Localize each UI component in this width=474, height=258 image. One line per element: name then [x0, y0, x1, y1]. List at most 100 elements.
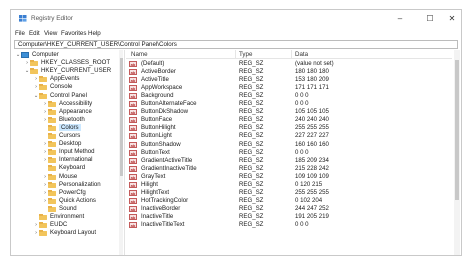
value-type: REG_SZ	[239, 212, 264, 220]
tree-item-personalization[interactable]: › Personalization	[42, 181, 101, 189]
folder-icon	[48, 116, 56, 123]
tree-item-console[interactable]: › Console	[33, 83, 72, 91]
value-name: (Default)	[141, 60, 165, 67]
values-scrollbar[interactable]	[454, 50, 460, 255]
value-row[interactable]: ab InactiveTitleText REG_SZ 0 0 0	[126, 221, 452, 229]
tree-item-mouse[interactable]: › Mouse	[42, 173, 77, 181]
tree-item-label: Bluetooth	[59, 115, 85, 123]
folder-icon	[48, 205, 56, 212]
value-row[interactable]: ab ButtonHilight REG_SZ 255 255 255	[126, 124, 452, 132]
value-row[interactable]: ab ButtonShadow REG_SZ 160 160 160	[126, 141, 452, 149]
value-data: 255 255 255	[295, 124, 329, 132]
tree-item-accessibility[interactable]: › Accessibility	[42, 100, 92, 108]
value-name: ActiveBorder	[141, 68, 176, 76]
list-header: Name Type Data	[126, 50, 452, 59]
value-row[interactable]: ab InactiveBorder REG_SZ 244 247 252	[126, 205, 452, 213]
tree-item-label: Desktop	[59, 140, 82, 148]
tree-item-desktop[interactable]: › Desktop	[42, 140, 81, 148]
tree-item-input-method[interactable]: › Input Method	[42, 148, 95, 156]
value-row[interactable]: ab GradientActiveTitle REG_SZ 185 209 234	[126, 157, 452, 165]
folder-icon	[39, 214, 47, 220]
string-value-icon: ab	[129, 69, 137, 76]
value-row[interactable]: ab ButtonDkShadow REG_SZ 105 105 105	[126, 108, 452, 116]
value-name: Background	[141, 92, 174, 100]
column-header-type[interactable]: Type	[239, 51, 252, 58]
tree-item-bluetooth[interactable]: › Bluetooth	[42, 116, 85, 124]
menu-view[interactable]: View	[44, 29, 57, 38]
tree-item-eudc[interactable]: › EUDC	[33, 221, 67, 229]
value-row[interactable]: ab InactiveTitle REG_SZ 191 205 219	[126, 213, 452, 221]
value-name: AppWorkspace	[141, 84, 183, 92]
tree-item-hkey-classes-root[interactable]: › HKEY_CLASSES_ROOT	[24, 59, 110, 67]
values-list-pane: Name Type Data ab (Default) REG_SZ (value n…	[126, 50, 452, 255]
tree-item-environment[interactable]: Environment	[33, 213, 84, 221]
minimize-button[interactable]: –	[387, 12, 413, 25]
close-button[interactable]: ✕	[439, 12, 465, 25]
value-row[interactable]: ab HotTrackingColor REG_SZ 0 102 204	[126, 197, 452, 205]
value-data: 109 109 109	[295, 172, 329, 180]
string-value-icon: ab	[129, 222, 137, 228]
value-row[interactable]: ab Background REG_SZ 0 0 0	[126, 92, 452, 100]
tree-item-international[interactable]: › International	[42, 156, 93, 164]
menu-help[interactable]: Help	[88, 29, 101, 38]
value-data: 227 227 227	[295, 132, 329, 140]
column-divider[interactable]	[235, 50, 236, 59]
string-value-icon: ab	[129, 173, 137, 180]
folder-icon	[48, 197, 56, 204]
tree-item-label: Control Panel	[50, 91, 87, 99]
value-row[interactable]: ab Hilight REG_SZ 0 120 215	[126, 181, 452, 189]
tree-item-colors[interactable]: Colors	[42, 123, 81, 132]
tree-scrollbar-thumb[interactable]	[120, 58, 123, 176]
tree-item-control-panel[interactable]: ⌄ Control Panel	[33, 92, 87, 100]
tree-item-cursors[interactable]: Cursors	[42, 132, 80, 140]
menu-file[interactable]: File	[15, 29, 25, 38]
value-name: Hilight	[141, 180, 158, 188]
value-row[interactable]: ab ActiveBorder REG_SZ 180 180 180	[126, 68, 452, 76]
value-row[interactable]: ab ButtonAlternateFace REG_SZ 0 0 0	[126, 100, 452, 108]
title-bar: Registry Editor – ☐ ✕	[11, 10, 461, 27]
tree-item-label: Personalization	[59, 180, 101, 188]
value-type: REG_SZ	[239, 68, 264, 76]
tree-item-computer[interactable]: ⌄ Computer	[15, 51, 59, 59]
address-bar[interactable]: Computer\HKEY_CURRENT_USER\Control Panel…	[14, 40, 458, 49]
values-scrollbar-thumb[interactable]	[455, 60, 459, 200]
value-row[interactable]: ab GradientInactiveTitle REG_SZ 215 228 242	[126, 165, 452, 173]
value-row[interactable]: ab (Default) REG_SZ (value not set)	[126, 60, 452, 68]
tree-item-appearance[interactable]: › Appearance	[42, 108, 92, 116]
folder-icon	[39, 84, 47, 91]
pane-splitter[interactable]	[124, 50, 125, 255]
folder-icon	[48, 165, 56, 172]
value-type: REG_SZ	[239, 124, 264, 132]
tree-item-keyboard-layout[interactable]: › Keyboard Layout	[33, 229, 96, 237]
value-row[interactable]: ab ActiveTitle REG_SZ 153 180 209	[126, 76, 452, 84]
tree-item-keyboard[interactable]: Keyboard	[42, 164, 85, 172]
tree-item-hkey-current-user[interactable]: ⌄ HKEY_CURRENT_USER	[24, 67, 111, 75]
tree-item-label: AppEvents	[50, 75, 80, 83]
tree-item-sound[interactable]: Sound	[42, 205, 77, 213]
tree-scrollbar[interactable]	[119, 50, 123, 255]
value-row[interactable]: ab ButtonFace REG_SZ 240 240 240	[126, 116, 452, 124]
value-row[interactable]: ab GrayText REG_SZ 109 109 109	[126, 173, 452, 181]
value-type: REG_SZ	[239, 156, 264, 164]
value-row[interactable]: ab AppWorkspace REG_SZ 171 171 171	[126, 84, 452, 92]
tree-item-label: Input Method	[59, 148, 95, 156]
column-header-name[interactable]: Name	[131, 51, 148, 58]
value-row[interactable]: ab ButtonText REG_SZ 0 0 0	[126, 149, 452, 157]
tree-item-appevents[interactable]: › AppEvents	[33, 75, 79, 83]
column-header-data[interactable]: Data	[295, 51, 308, 58]
value-type: REG_SZ	[239, 100, 264, 108]
tree-item-powercfg[interactable]: › PowerCfg	[42, 189, 86, 197]
tree-item-label: HKEY_CURRENT_USER	[41, 67, 112, 75]
menu-edit[interactable]: Edit	[29, 29, 40, 38]
value-row[interactable]: ab HilightText REG_SZ 255 255 255	[126, 189, 452, 197]
tree-item-quick-actions[interactable]: › Quick Actions	[42, 197, 96, 205]
string-value-icon: ab	[129, 125, 137, 132]
tree-item-label: Colors	[59, 123, 81, 131]
menu-favorites[interactable]: Favorites	[61, 29, 86, 38]
string-value-icon: ab	[129, 109, 137, 116]
column-divider[interactable]	[291, 50, 292, 59]
key-tree-pane: ⌄ Computer › HKEY_CLASSES_ROOT ⌄ HKEY_CURRENT…	[14, 50, 123, 255]
value-row[interactable]: ab ButtonLight REG_SZ 227 227 227	[126, 132, 452, 140]
string-value-icon: ab	[129, 197, 137, 204]
value-data: 185 209 234	[295, 156, 329, 164]
